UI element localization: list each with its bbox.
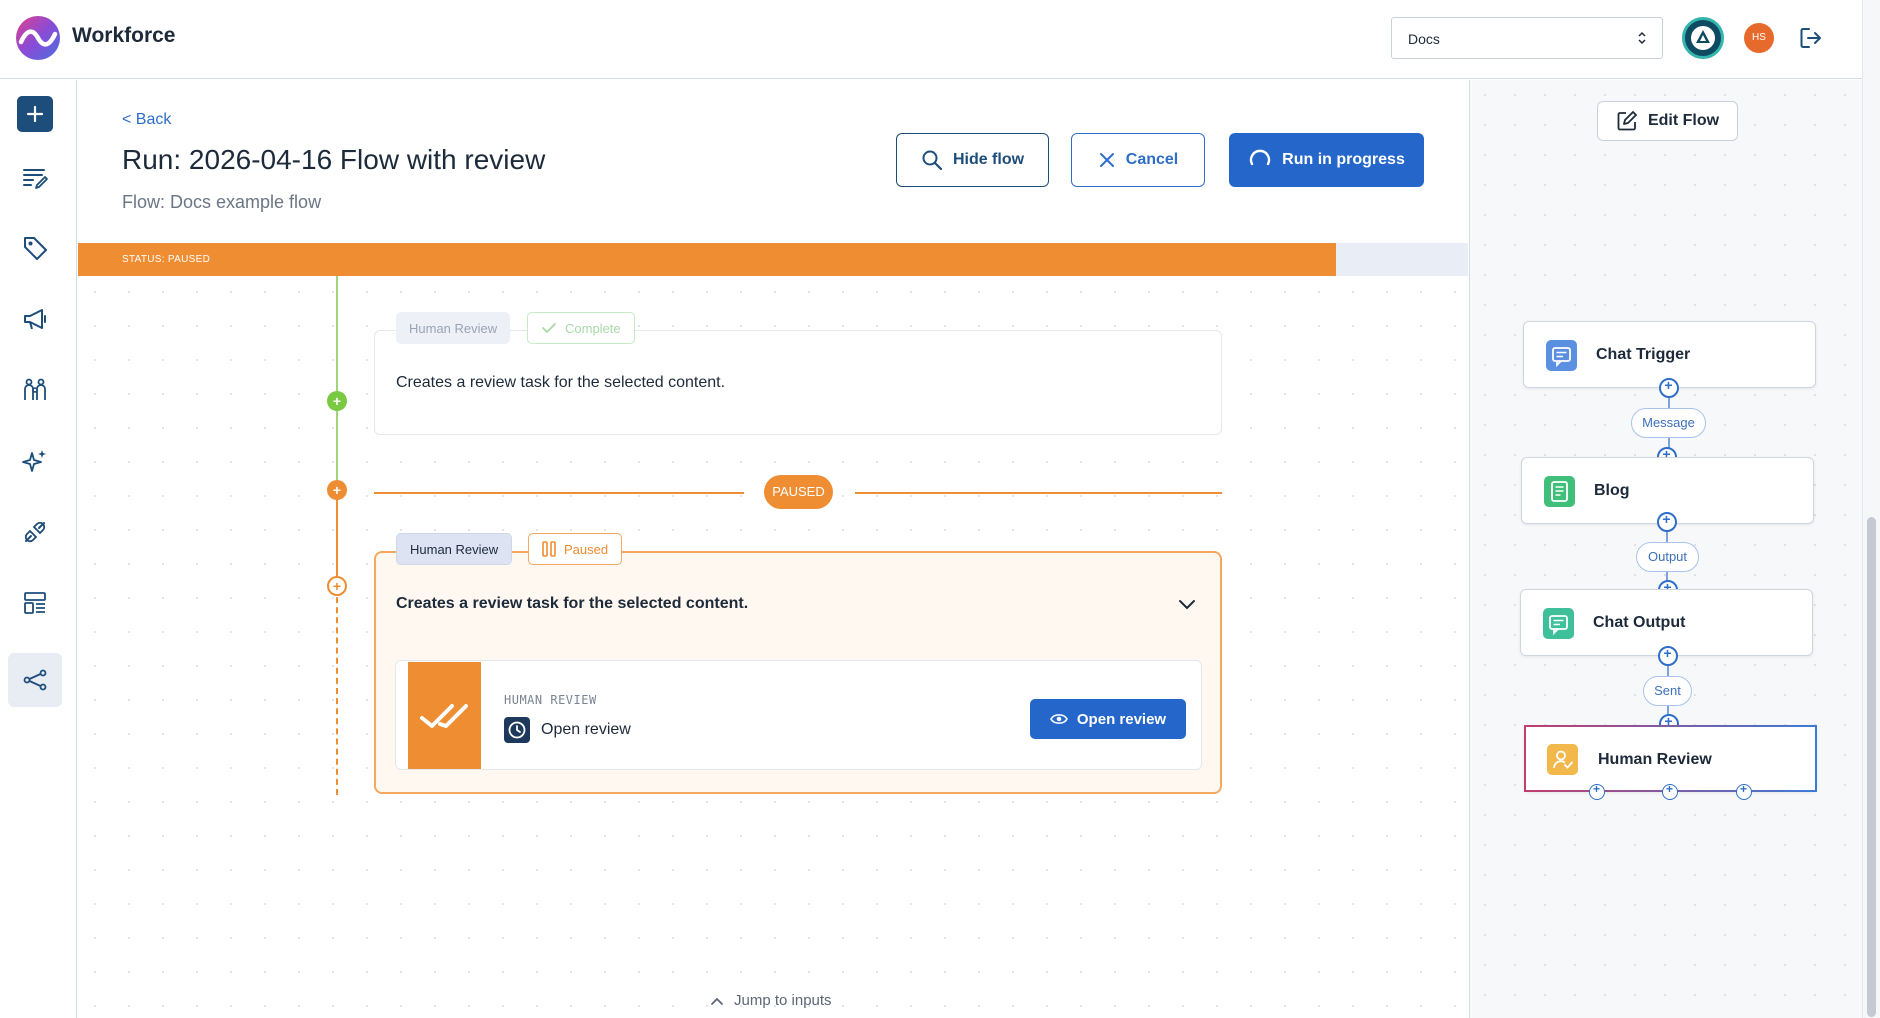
timeline-node-current[interactable]: + (327, 576, 347, 596)
person-check-icon (1547, 744, 1578, 775)
chevron-down-icon[interactable] (1177, 594, 1197, 614)
step-tag: Human Review (396, 312, 511, 344)
megaphone-icon (24, 309, 46, 330)
flow-node-label: Blog (1594, 482, 1630, 499)
scrollbar-thumb[interactable] (1867, 517, 1876, 1017)
cancel-label: Cancel (1125, 151, 1179, 168)
timeline-node-paused[interactable]: + (327, 480, 347, 500)
output-port[interactable] (1659, 377, 1679, 398)
chevron-up-icon (711, 997, 723, 1005)
updown-chevron-icon (1638, 31, 1646, 45)
sidebar (0, 80, 77, 1018)
chat-icon (1546, 340, 1577, 371)
edit-flow-label: Edit Flow (1647, 112, 1720, 129)
output-port[interactable] (1657, 511, 1677, 532)
chat-icon (1543, 608, 1574, 639)
flow-subtitle: Flow: Docs example flow (122, 192, 322, 212)
jump-to-inputs-link[interactable]: Jump to inputs (710, 992, 832, 1009)
workspace-select[interactable]: Docs (1391, 17, 1663, 59)
double-check-icon (420, 704, 468, 728)
close-icon (1099, 153, 1114, 167)
page-title: Run: 2026-04-16 Flow with review (122, 144, 546, 175)
hide-flow-label: Hide flow (952, 151, 1025, 168)
flow-node-label: Human Review (1598, 751, 1712, 768)
sidebar-item-flows[interactable] (8, 653, 62, 707)
edge-label: Sent (1643, 676, 1692, 706)
edge-label: Message (1631, 408, 1706, 438)
user-avatar[interactable]: HS (1744, 23, 1774, 53)
sidebar-item-campaigns[interactable] (8, 292, 62, 346)
step-tag: Human Review (396, 533, 513, 565)
plug-icon (24, 521, 46, 543)
flow-share-icon (23, 669, 47, 691)
sidebar-item-content[interactable] (8, 150, 62, 204)
clock-icon (504, 717, 530, 743)
edge-label: Output (1636, 542, 1699, 572)
status-progress-fill (78, 243, 1336, 276)
step-description: Creates a review task for the selected c… (396, 595, 749, 612)
edit-flow-button[interactable]: Edit Flow (1597, 101, 1738, 141)
flow-node-label: Chat Trigger (1596, 346, 1691, 363)
top-bar: Workforce Docs HS (0, 0, 1862, 79)
cancel-button[interactable]: Cancel (1071, 133, 1205, 187)
people-icon (24, 378, 46, 400)
triangle-logo-icon (1691, 26, 1715, 50)
logout-icon[interactable] (1798, 25, 1824, 51)
flow-node-label: Chat Output (1593, 614, 1686, 631)
output-port[interactable] (1736, 782, 1752, 800)
plus-icon (26, 105, 44, 123)
run-detail-panel: < Back Run: 2026-04-16 Flow with review … (78, 80, 1468, 1018)
eye-icon (1049, 714, 1068, 724)
open-review-label: Open review (1076, 710, 1167, 728)
timeline-line-paused (336, 491, 338, 587)
jump-label: Jump to inputs (734, 992, 832, 1009)
pause-icon (542, 541, 556, 557)
open-review-button[interactable]: Open review (1030, 699, 1186, 739)
paused-badge: Paused (528, 533, 623, 565)
run-in-progress-button[interactable]: Run in progress (1229, 133, 1424, 187)
paused-label: Paused (564, 541, 609, 557)
back-link[interactable]: < Back (122, 111, 171, 129)
status-label: STATUS: PAUSED (122, 254, 211, 265)
run-in-progress-label: Run in progress (1282, 151, 1405, 168)
output-port[interactable] (1658, 645, 1678, 666)
output-port[interactable] (1662, 782, 1678, 800)
step-description: Creates a review task for the selected c… (396, 374, 726, 391)
sidebar-item-tags[interactable] (8, 221, 62, 275)
workforce-logo[interactable] (15, 15, 61, 61)
spinner-icon (1249, 149, 1271, 166)
sidebar-item-ai[interactable] (8, 434, 62, 488)
flow-diagram-panel: Edit Flow Chat Trigger Message Blog Outp… (1469, 80, 1862, 1018)
output-port[interactable] (1589, 782, 1605, 800)
paused-divider-badge: PAUSED (764, 475, 833, 509)
layout-icon (24, 592, 46, 614)
hide-flow-button[interactable]: Hide flow (896, 133, 1049, 187)
create-new-button[interactable] (17, 96, 53, 132)
search-icon (922, 150, 943, 171)
document-icon (1544, 476, 1575, 507)
check-icon (542, 323, 556, 334)
tag-icon (24, 237, 47, 260)
sidebar-item-integrations[interactable] (8, 505, 62, 559)
paused-divider-left (374, 492, 744, 494)
complete-badge: Complete (527, 312, 635, 344)
timeline-node-complete[interactable]: + (327, 391, 347, 411)
sparkles-icon (22, 450, 46, 472)
app-title: Workforce (72, 24, 176, 47)
complete-label: Complete (565, 320, 621, 336)
sidebar-item-templates[interactable] (8, 576, 62, 630)
timeline-line-complete (336, 276, 338, 488)
paused-divider-right (855, 492, 1222, 494)
timeline-line-pending (336, 587, 338, 795)
org-avatar[interactable] (1682, 17, 1724, 59)
text-edit-icon (23, 169, 48, 189)
page-scrollbar[interactable] (1862, 0, 1880, 1018)
review-kind: HUMAN REVIEW (504, 693, 597, 707)
review-title: Open review (541, 721, 631, 738)
workspace-select-value: Docs (1408, 31, 1440, 47)
status-progress-bar: STATUS: PAUSED (78, 243, 1468, 276)
review-logo (408, 662, 481, 769)
edit-icon (1617, 111, 1637, 131)
sidebar-item-people[interactable] (8, 363, 62, 417)
